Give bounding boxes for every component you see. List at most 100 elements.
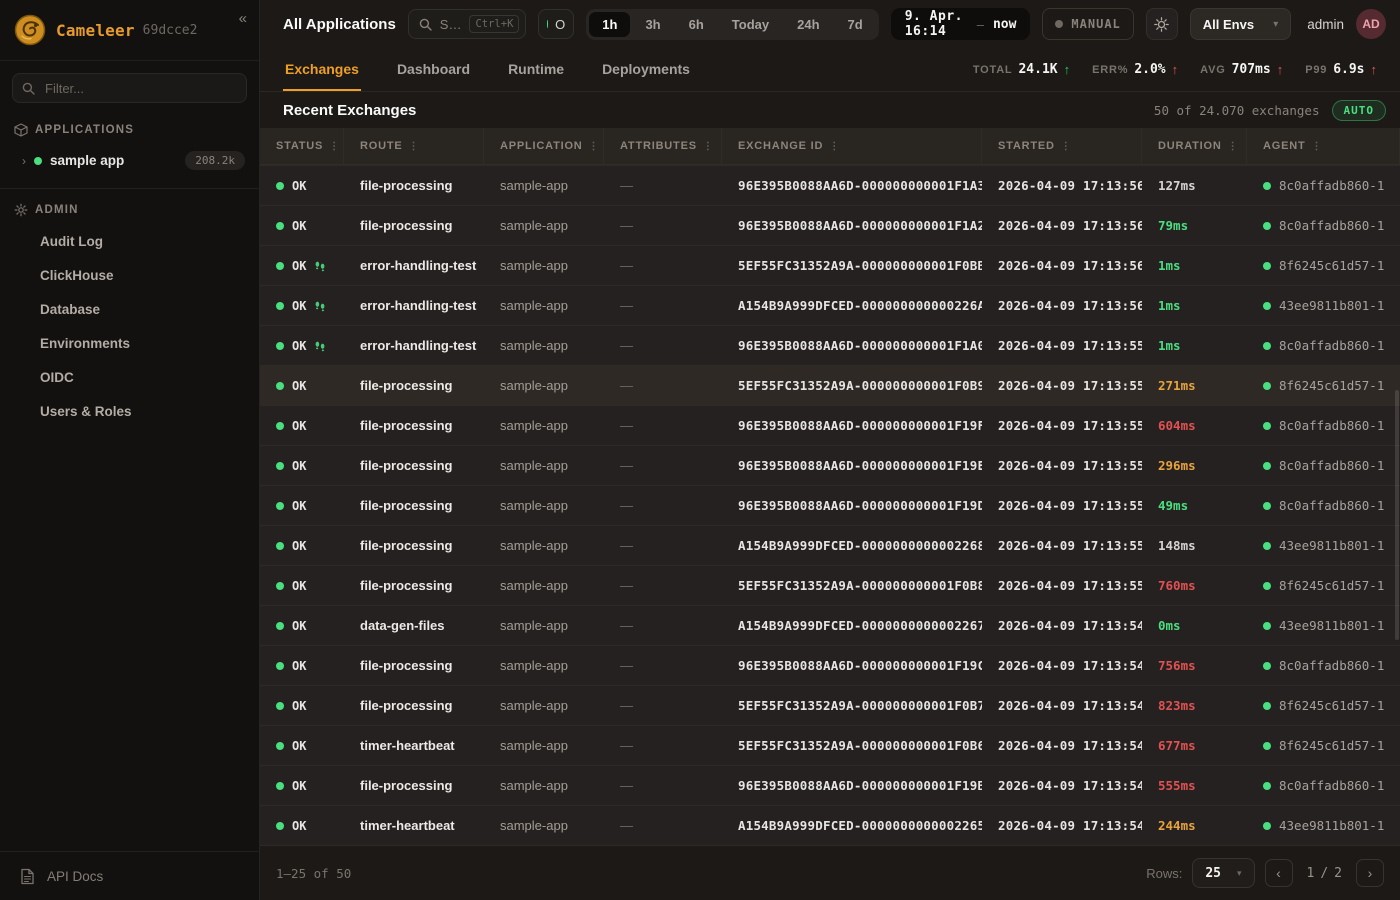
table-row[interactable]: OKdata-gen-filessample-app—A154B9A999DFC…: [260, 605, 1400, 645]
range-button-7d[interactable]: 7d: [835, 12, 876, 37]
started-timestamp: 2026-04-09 17:13:56: [982, 218, 1142, 233]
column-header-agent[interactable]: AGENT⋮: [1247, 128, 1400, 164]
theme-toggle-button[interactable]: [1146, 8, 1178, 40]
tab-deployments[interactable]: Deployments: [600, 48, 692, 91]
table-row[interactable]: OKfile-processingsample-app—96E395B0088A…: [260, 405, 1400, 445]
range-button-3h[interactable]: 3h: [632, 12, 673, 37]
table-row[interactable]: OKfile-processingsample-app—5EF55FC31352…: [260, 565, 1400, 605]
sidebar-item-audit-log[interactable]: Audit Log: [0, 226, 259, 257]
sidebar-item-users-roles[interactable]: Users & Roles: [0, 396, 259, 427]
agent-cell: 8c0affadb860-1: [1247, 458, 1400, 473]
tab-exchanges[interactable]: Exchanges: [283, 48, 361, 91]
table-row[interactable]: OKerror-handling-testsample-app—A154B9A9…: [260, 285, 1400, 325]
agent-id: 8c0affadb860-1: [1279, 498, 1384, 513]
date-range-button[interactable]: 9. Apr. 16:14 – now: [891, 8, 1031, 40]
avatar[interactable]: AD: [1356, 9, 1386, 39]
sort-icon: ⋮: [1228, 141, 1239, 152]
duration-value: 1ms: [1142, 298, 1247, 313]
tab-dashboard[interactable]: Dashboard: [395, 48, 472, 91]
sidebar-item-environments[interactable]: Environments: [0, 328, 259, 359]
date-from: 9. Apr. 16:14: [905, 9, 968, 39]
stat-value: 2.0%: [1134, 62, 1165, 77]
range-button-1h[interactable]: 1h: [589, 12, 630, 37]
table-row[interactable]: OKfile-processingsample-app—96E395B0088A…: [260, 165, 1400, 205]
started-timestamp: 2026-04-09 17:13:55: [982, 498, 1142, 513]
global-search[interactable]: S… Ctrl+K: [408, 9, 527, 39]
rows-per-page-select[interactable]: 25 ▾: [1192, 858, 1254, 888]
sidebar-collapse-icon[interactable]: «: [239, 10, 247, 27]
stat-p99: P996.9s↑: [1305, 62, 1377, 77]
filter-input[interactable]: [12, 73, 247, 103]
table-row[interactable]: OKfile-processingsample-app—96E395B0088A…: [260, 485, 1400, 525]
status-ok-dot: [276, 302, 284, 310]
table-row[interactable]: OKfile-processingsample-app—96E395B0088A…: [260, 205, 1400, 245]
table-row[interactable]: OKfile-processingsample-app—5EF55FC31352…: [260, 685, 1400, 725]
search-shortcut-kbd: Ctrl+K: [469, 15, 519, 33]
attributes-value: —: [604, 698, 722, 713]
agent-cell: 43ee9811b801-1: [1247, 818, 1400, 833]
environment-select[interactable]: All Envs ▾: [1190, 8, 1291, 40]
column-header-status[interactable]: STATUS⋮: [260, 128, 344, 164]
admin-heading-label: ADMIN: [35, 204, 79, 216]
chevron-down-icon: ▾: [1273, 19, 1278, 30]
attributes-value: —: [604, 578, 722, 593]
agent-cell: 8f6245c61d57-1: [1247, 378, 1400, 393]
status-ok-dot: [276, 742, 284, 750]
duration-value: 1ms: [1142, 258, 1247, 273]
table-row[interactable]: OKtimer-heartbeatsample-app—A154B9A999DF…: [260, 805, 1400, 845]
scrollbar-thumb[interactable]: [1395, 390, 1399, 640]
range-button-24h[interactable]: 24h: [784, 12, 832, 37]
agent-cell: 8f6245c61d57-1: [1247, 738, 1400, 753]
auto-refresh-badge[interactable]: AUTO: [1332, 100, 1387, 121]
sidebar-item-clickhouse[interactable]: ClickHouse: [0, 260, 259, 291]
table-row[interactable]: OKerror-handling-testsample-app—5EF55FC3…: [260, 245, 1400, 285]
page-total: 2: [1334, 866, 1342, 881]
table-row[interactable]: OKfile-processingsample-app—96E395B0088A…: [260, 765, 1400, 805]
column-header-application[interactable]: APPLICATION⋮: [484, 128, 604, 164]
agent-id: 43ee9811b801-1: [1279, 818, 1384, 833]
column-header-attributes[interactable]: ATTRIBUTES⋮: [604, 128, 722, 164]
started-timestamp: 2026-04-09 17:13:54: [982, 618, 1142, 633]
application-name: sample-app: [484, 498, 604, 513]
status-cell: OK: [260, 419, 344, 433]
table-row[interactable]: OKerror-handling-testsample-app—96E395B0…: [260, 325, 1400, 365]
tab-runtime[interactable]: Runtime: [506, 48, 566, 91]
route-name: timer-heartbeat: [344, 818, 484, 833]
range-button-6h[interactable]: 6h: [676, 12, 717, 37]
table-row[interactable]: OKfile-processingsample-app—96E395B0088A…: [260, 445, 1400, 485]
column-header-started[interactable]: STARTED⋮: [982, 128, 1142, 164]
prev-page-button[interactable]: ‹: [1265, 859, 1293, 887]
next-page-button[interactable]: ›: [1356, 859, 1384, 887]
sort-icon: ⋮: [1061, 141, 1072, 152]
route-name: error-handling-test: [344, 258, 484, 273]
application-name: sample-app: [484, 338, 604, 353]
column-header-route[interactable]: ROUTE⋮: [344, 128, 484, 164]
table-row[interactable]: OKfile-processingsample-app—96E395B0088A…: [260, 645, 1400, 685]
sidebar-item-api-docs[interactable]: API Docs: [0, 851, 259, 900]
manual-mode-button[interactable]: MANUAL: [1042, 8, 1133, 40]
table-row[interactable]: OKfile-processingsample-app—5EF55FC31352…: [260, 365, 1400, 405]
duration-value: 0ms: [1142, 618, 1247, 633]
document-icon: [20, 868, 35, 885]
agent-status-dot: [1263, 302, 1271, 310]
agent-cell: 8c0affadb860-1: [1247, 178, 1400, 193]
footprints-icon: [314, 260, 326, 272]
range-button-today[interactable]: Today: [719, 12, 782, 37]
agent-status-dot: [1263, 462, 1271, 470]
sidebar-item-oidc[interactable]: OIDC: [0, 362, 259, 393]
column-header-exchange-id[interactable]: EXCHANGE ID⋮: [722, 128, 982, 164]
started-timestamp: 2026-04-09 17:13:55: [982, 578, 1142, 593]
table-row[interactable]: OKfile-processingsample-app—A154B9A999DF…: [260, 525, 1400, 565]
chevron-right-icon[interactable]: ›: [22, 154, 26, 168]
exchange-id: A154B9A999DFCED-0000000000002267: [722, 618, 982, 633]
route-name: file-processing: [344, 218, 484, 233]
online-status-button[interactable]: O: [538, 9, 574, 39]
sort-icon: ⋮: [589, 141, 600, 152]
gear-icon: [14, 203, 28, 217]
table-row[interactable]: OKtimer-heartbeatsample-app—5EF55FC31352…: [260, 725, 1400, 765]
sidebar-item-sample-app[interactable]: › sample app 208.2k: [0, 143, 259, 178]
status-label: OK: [292, 659, 306, 673]
column-header-duration[interactable]: DURATION⋮: [1142, 128, 1247, 164]
sidebar-item-database[interactable]: Database: [0, 294, 259, 325]
agent-status-dot: [1263, 542, 1271, 550]
